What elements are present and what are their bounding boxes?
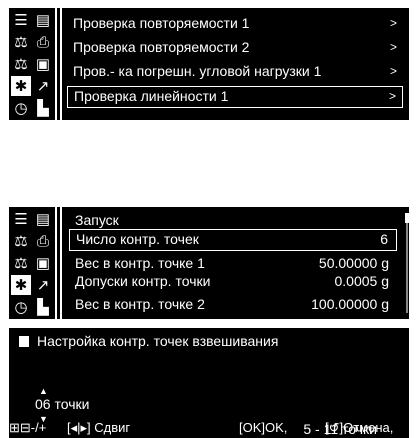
menu-item-label: Проверка повторяемости 1 bbox=[73, 15, 250, 31]
menu-item-linearity-1[interactable]: Проверка линейности 1 > bbox=[67, 86, 403, 108]
checkpoint-tolerance-row[interactable]: Допуски контр. точки 0.0005 g bbox=[69, 271, 397, 291]
ok-softkey[interactable]: [OK]OK, bbox=[239, 418, 287, 438]
gear-icon[interactable]: ✱ bbox=[11, 76, 31, 96]
scrollbar[interactable] bbox=[405, 213, 409, 313]
cancel-key-icon: [↺] bbox=[325, 420, 344, 435]
shift-label: Сдвиг bbox=[94, 420, 131, 435]
dialog-title: Настройка контр. точек взвешивания bbox=[19, 333, 278, 349]
checkpoint-weight-2-row[interactable]: Вес в контр. точке 2 100.00000 g bbox=[69, 293, 397, 315]
settings-panel: ☰ ▤ ⚖ ⎙ ⚖ ▣ ✱ ↗ ◷ ▙ Запуск Число контр. … bbox=[9, 207, 409, 319]
chevron-right-icon: > bbox=[389, 64, 397, 78]
change-softkey[interactable]: ⊞⊟-/+ bbox=[9, 418, 46, 438]
list-icon[interactable]: ☰ bbox=[11, 10, 31, 30]
chevron-right-icon: > bbox=[389, 40, 397, 54]
balance-icon[interactable]: ⚖ bbox=[11, 32, 31, 52]
checkpoint-setup-dialog: Настройка контр. точек взвешивания ▲ 06 … bbox=[9, 328, 409, 438]
checkpoint-count-value[interactable]: 06 точки bbox=[35, 396, 89, 412]
checkpoint-weight-1-row[interactable]: Вес в контр. точке 1 50.00000 g bbox=[69, 253, 397, 273]
clock-icon[interactable]: ◷ bbox=[11, 297, 31, 317]
chart-icon[interactable]: ↗ bbox=[33, 275, 53, 295]
cancel-softkey[interactable]: [↺]Отмена, bbox=[325, 418, 393, 438]
dialog-title-text: Настройка контр. точек взвешивания bbox=[37, 333, 279, 349]
calendar-icon[interactable]: ▤ bbox=[33, 10, 53, 30]
save-icon[interactable]: ▣ bbox=[33, 253, 53, 273]
balance-icon[interactable]: ⚖ bbox=[11, 231, 31, 251]
row-label: Число контр. точек bbox=[76, 231, 199, 247]
menu-panel: ☰ ▤ ⚖ ⎙ ⚖ ▣ ✱ ↗ ◷ ▙ Проверка повторяемос… bbox=[9, 8, 409, 120]
row-label: Допуски контр. точки bbox=[75, 273, 211, 289]
calendar-icon[interactable]: ▤ bbox=[33, 209, 53, 229]
menu-item-label: Проверка повторяемости 2 bbox=[73, 39, 250, 55]
arrow-up-icon[interactable]: ▲ bbox=[39, 386, 48, 396]
print-icon[interactable]: ⎙ bbox=[33, 231, 53, 251]
divider bbox=[55, 207, 57, 319]
divider bbox=[60, 8, 62, 120]
row-value: 50.00000 g bbox=[318, 255, 389, 271]
ok-label: OK, bbox=[265, 420, 288, 435]
weight-icon[interactable]: ▙ bbox=[33, 98, 53, 118]
menu-item-repeatability-2[interactable]: Проверка повторяемости 2 > bbox=[67, 36, 403, 58]
gear-icon[interactable]: ✱ bbox=[11, 275, 31, 295]
divider bbox=[60, 207, 62, 319]
shift-softkey[interactable]: [◂|▸] Сдвиг bbox=[67, 418, 130, 438]
checkpoint-count-row[interactable]: Число контр. точек 6 bbox=[69, 229, 397, 251]
menu-item-eccentric-load[interactable]: Пров.- ка погрешн. угловой нагрузки 1 > bbox=[67, 60, 403, 82]
icon-bar: ☰ ▤ ⚖ ⎙ ⚖ ▣ ✱ ↗ ◷ ▙ bbox=[9, 8, 62, 120]
row-label: Вес в контр. точке 2 bbox=[75, 296, 205, 312]
row-label: Вес в контр. точке 1 bbox=[75, 255, 205, 271]
chart-icon[interactable]: ↗ bbox=[33, 76, 53, 96]
softkey-bar: ⊞⊟-/+ [◂|▸] Сдвиг [OK]OK, [↺]Отмена, bbox=[9, 418, 409, 438]
clock-icon[interactable]: ◷ bbox=[11, 98, 31, 118]
row-label: Запуск bbox=[75, 212, 119, 228]
menu-item-repeatability-1[interactable]: Проверка повторяемости 1 > bbox=[67, 12, 403, 34]
start-row[interactable]: Запуск bbox=[69, 211, 397, 229]
print-icon[interactable]: ⎙ bbox=[33, 32, 53, 52]
shift-key-icon: [◂|▸] bbox=[67, 420, 91, 435]
balance-star-icon[interactable]: ⚖ bbox=[11, 54, 31, 74]
save-icon[interactable]: ▣ bbox=[33, 54, 53, 74]
balance-star-icon[interactable]: ⚖ bbox=[11, 253, 31, 273]
list-icon[interactable]: ☰ bbox=[11, 209, 31, 229]
row-value: 0.0005 g bbox=[334, 273, 390, 289]
icon-bar: ☰ ▤ ⚖ ⎙ ⚖ ▣ ✱ ↗ ◷ ▙ bbox=[9, 207, 62, 319]
chevron-right-icon: > bbox=[389, 16, 397, 30]
arrow-keys-icon: ⊞⊟ bbox=[9, 420, 31, 435]
menu-item-label: Пров.- ка погрешн. угловой нагрузки 1 bbox=[73, 63, 322, 79]
row-value: 6 bbox=[380, 231, 388, 247]
divider bbox=[55, 8, 57, 120]
cancel-label: Отмена, bbox=[343, 420, 394, 435]
weight-icon[interactable]: ▙ bbox=[33, 297, 53, 317]
ok-key-icon: [OK] bbox=[239, 420, 266, 435]
menu-item-label: Проверка линейности 1 bbox=[74, 88, 229, 104]
weight-icon bbox=[19, 336, 29, 347]
chevron-right-icon: > bbox=[388, 89, 396, 103]
change-label: -/+ bbox=[30, 420, 47, 435]
row-value: 100.00000 g bbox=[311, 296, 389, 312]
